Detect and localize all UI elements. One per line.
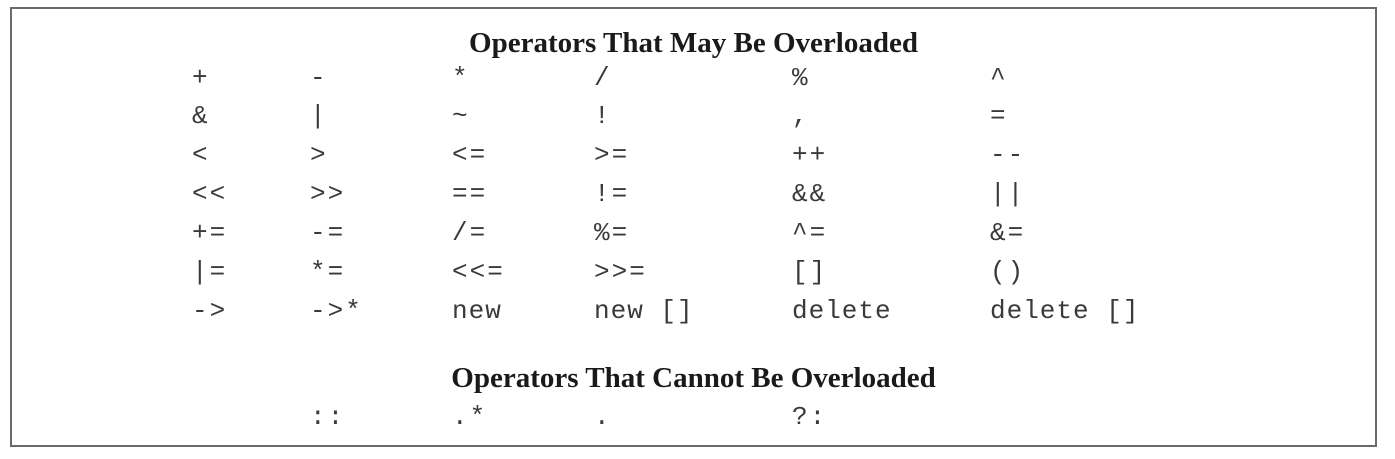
operator-cell: |	[310, 101, 328, 131]
operator-cell: ~	[452, 101, 470, 131]
operator-cell: <<	[192, 179, 228, 209]
operator-cell: -	[310, 63, 328, 93]
operator-cell: <	[192, 140, 210, 170]
operator-cell: =	[990, 101, 1008, 131]
operator-cell: %	[792, 63, 810, 93]
operator-cell: &	[192, 101, 210, 131]
operator-cell: *	[452, 63, 470, 93]
non-overloadable-operator: .	[594, 402, 612, 432]
operator-cell: new	[452, 296, 502, 326]
operator-cell: >	[310, 140, 328, 170]
operator-cell: ++	[792, 140, 828, 170]
non-overloadable-operator: ?:	[792, 402, 828, 432]
operator-table-frame: Operators That May Be Overloaded + - * /% ^ &…	[10, 7, 1377, 447]
may-overload-heading: Operators That May Be Overloaded	[469, 27, 918, 59]
operator-cell: &=	[990, 218, 1026, 248]
operator-cell: --	[990, 140, 1026, 170]
operator-cell: /=	[452, 218, 488, 248]
operator-cell: !	[594, 101, 612, 131]
operator-cell: []	[792, 257, 828, 287]
operator-cell: ||	[990, 179, 1026, 209]
operator-cell: -=	[310, 218, 346, 248]
operator-cell: new []	[594, 296, 694, 326]
operator-cell: >>=	[594, 257, 647, 287]
operator-cell: +	[192, 63, 210, 93]
operator-cell: ^	[990, 63, 1008, 93]
operator-cell: ==	[452, 179, 488, 209]
operator-cell: ->*	[310, 296, 363, 326]
non-overloadable-operator: ::	[310, 402, 346, 432]
non-overloadable-operator: .*	[452, 402, 488, 432]
operator-cell: ()	[990, 257, 1026, 287]
operator-cell: |=	[192, 257, 228, 287]
operator-cell: >=	[594, 140, 630, 170]
operator-cell: ,	[792, 101, 810, 131]
operator-cell: +=	[192, 218, 228, 248]
operator-cell: &&	[792, 179, 828, 209]
operator-cell: delete	[792, 296, 892, 326]
cannot-overload-heading: Operators That Cannot Be Overloaded	[451, 362, 936, 394]
operator-cell: >>	[310, 179, 346, 209]
operator-cell: *=	[310, 257, 346, 287]
operator-cell: ->	[192, 296, 228, 326]
operator-cell: %=	[594, 218, 630, 248]
operator-cell: ^=	[792, 218, 828, 248]
operator-cell: /	[594, 63, 612, 93]
operator-cell: <<=	[452, 257, 505, 287]
operator-cell: !=	[594, 179, 630, 209]
operator-cell: delete []	[990, 296, 1140, 326]
operator-cell: <=	[452, 140, 488, 170]
